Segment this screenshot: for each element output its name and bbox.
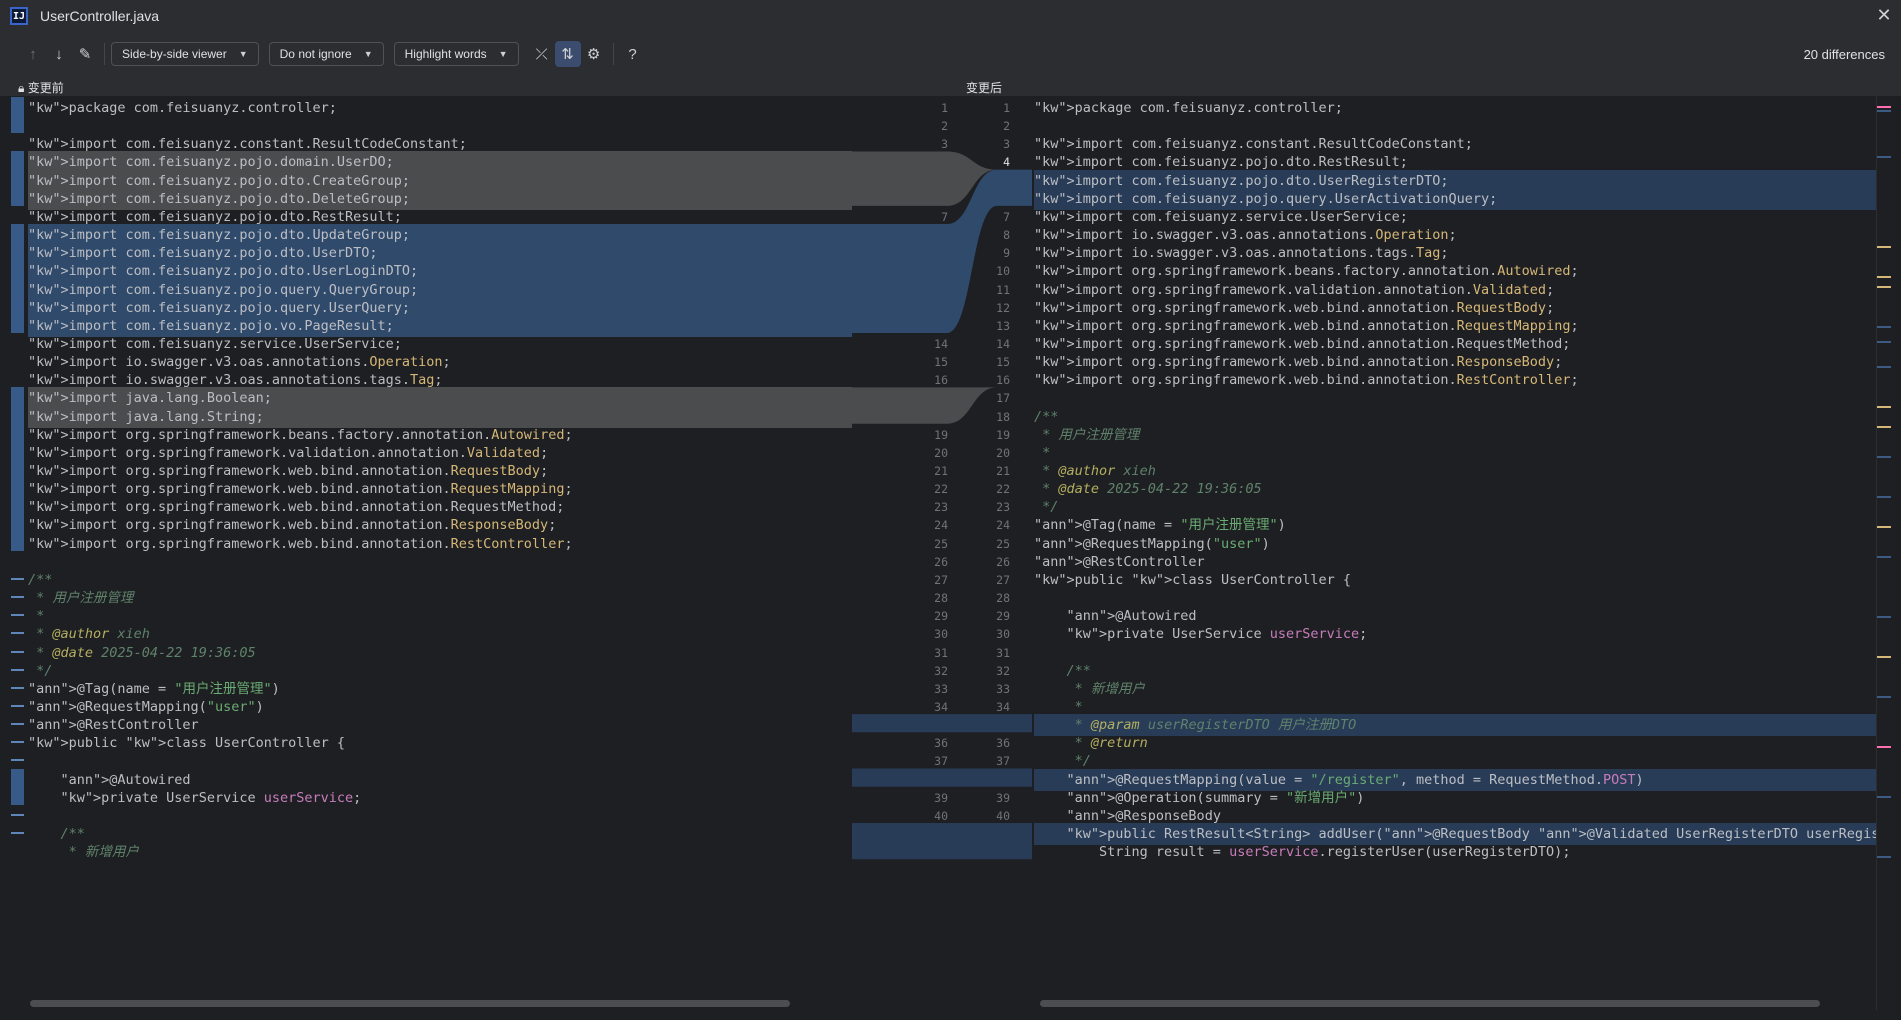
chevron-down-icon: ▼ (498, 49, 508, 59)
scroll-map-marker[interactable] (1877, 856, 1891, 858)
change-marker[interactable] (11, 387, 24, 424)
change-marker[interactable] (11, 768, 24, 805)
scroll-map-marker[interactable] (1877, 496, 1891, 498)
right-pane-header: 变更后 (966, 81, 1003, 95)
ignore-mode-label: Do not ignore (279, 47, 352, 61)
collapse-unchanged-button[interactable]: ⤫ (529, 41, 555, 67)
right-editor-pane[interactable]: "kw">package com.feisuanyz.controller; "k… (1032, 96, 1876, 1010)
differences-count: 20 differences (1803, 46, 1885, 62)
change-marker[interactable] (11, 224, 24, 333)
change-marker[interactable] (11, 650, 24, 653)
scroll-map-marker[interactable] (1877, 276, 1891, 278)
scroll-map-marker[interactable] (1877, 656, 1891, 658)
right-code-line[interactable]: String result = userService.registerUser… (1034, 841, 1876, 863)
change-marker[interactable] (11, 723, 24, 726)
left-horizontal-scrollbar[interactable] (30, 1000, 790, 1007)
scroll-map-marker[interactable] (1877, 326, 1891, 328)
change-marker[interactable] (11, 704, 24, 707)
diff-editor: "kw">package com.feisuanyz.controller; "k… (0, 96, 1901, 1010)
chevron-down-icon: ▼ (238, 49, 248, 59)
window-title: UserController.java (40, 8, 160, 24)
change-marker[interactable] (11, 577, 24, 580)
close-icon: ✕ (1876, 4, 1892, 25)
scroll-map-marker[interactable] (1877, 246, 1891, 248)
left-code-line[interactable]: * 新增用户 (28, 841, 852, 863)
scroll-map-marker[interactable] (1877, 341, 1891, 343)
highlight-mode-label: Highlight words (404, 47, 487, 61)
scroll-map-marker[interactable] (1877, 556, 1891, 558)
left-pane-header: 🔒︎ 变更前 (18, 79, 64, 96)
pane-headers: 🔒︎ 变更前 变更后 (0, 76, 1901, 96)
change-marker[interactable] (11, 423, 24, 551)
diff-ribbon (852, 768, 1032, 787)
sync-scroll-icon: ⇅ (561, 46, 574, 63)
scroll-map-marker[interactable] (1877, 456, 1891, 458)
arrow-up-icon: ↑ (29, 45, 37, 63)
scroll-map-marker[interactable] (1877, 616, 1891, 618)
left-change-gutter (0, 96, 28, 1010)
intellij-logo-icon: IJ (10, 7, 28, 25)
change-marker[interactable] (11, 686, 24, 689)
scroll-map-marker[interactable] (1877, 366, 1891, 368)
arrow-down-icon: ↓ (55, 45, 63, 63)
highlight-mode-combo[interactable]: Highlight words ▼ (393, 42, 519, 66)
change-marker[interactable] (11, 668, 24, 671)
sync-scroll-toggle[interactable]: ⇅ (554, 41, 581, 67)
change-marker[interactable] (11, 115, 24, 134)
change-marker[interactable] (11, 759, 24, 762)
viewer-mode-combo[interactable]: Side-by-side viewer ▼ (111, 42, 259, 66)
diff-toolbar: ↑ ↓ ✎ Side-by-side viewer ▼ Do not ignore… (0, 32, 1901, 76)
diff-ribbon (852, 823, 1032, 860)
edit-source-button[interactable]: ✎ (72, 41, 98, 67)
scroll-map-marker[interactable] (1877, 746, 1891, 748)
left-header-label: 变更前 (27, 81, 64, 95)
help-button[interactable]: ? (620, 41, 646, 67)
change-marker[interactable] (11, 97, 24, 116)
change-marker[interactable] (11, 741, 24, 744)
collapse-icon: ⤫ (535, 45, 548, 63)
toolbar-separator (612, 43, 614, 65)
diff-scroll-map[interactable] (1876, 96, 1901, 1010)
scroll-map-marker[interactable] (1877, 286, 1891, 288)
pencil-icon: ✎ (78, 46, 92, 63)
scroll-map-marker[interactable] (1877, 526, 1891, 528)
change-marker[interactable] (11, 614, 24, 617)
scroll-map-marker[interactable] (1877, 796, 1891, 798)
scroll-map-marker[interactable] (1877, 696, 1891, 698)
gear-icon: ⚙ (586, 46, 601, 63)
toolbar-separator (104, 43, 105, 65)
diff-ribbon (852, 387, 1032, 424)
settings-button[interactable]: ⚙ (581, 41, 607, 67)
change-marker[interactable] (11, 596, 24, 599)
scroll-map-marker[interactable] (1877, 426, 1891, 428)
right-horizontal-scrollbar[interactable] (1040, 1000, 1820, 1007)
title-bar: IJ UserController.java ✕ (0, 0, 1901, 32)
chevron-down-icon: ▼ (363, 49, 373, 59)
scroll-map-marker[interactable] (1877, 156, 1891, 158)
diff-connector-ribbons (852, 151, 1032, 860)
scroll-map-marker[interactable] (1877, 110, 1891, 112)
diff-ribbon (852, 714, 1032, 733)
previous-difference-button[interactable]: ↑ (20, 41, 46, 67)
viewer-mode-label: Side-by-side viewer (122, 47, 227, 61)
question-icon: ? (628, 45, 637, 63)
change-marker[interactable] (11, 151, 24, 206)
close-window-button[interactable]: ✕ (1873, 4, 1895, 26)
scroll-map-marker[interactable] (1877, 406, 1891, 408)
whitespace-ignore-combo[interactable]: Do not ignore ▼ (268, 42, 384, 66)
scroll-map-marker[interactable] (1877, 106, 1891, 108)
lock-icon: 🔒︎ (18, 81, 25, 95)
change-marker[interactable] (11, 832, 24, 834)
next-difference-button[interactable]: ↓ (46, 41, 72, 67)
change-marker[interactable] (11, 632, 24, 635)
change-marker[interactable] (11, 813, 24, 816)
left-editor-pane[interactable]: "kw">package com.feisuanyz.controller; "k… (0, 96, 852, 1010)
